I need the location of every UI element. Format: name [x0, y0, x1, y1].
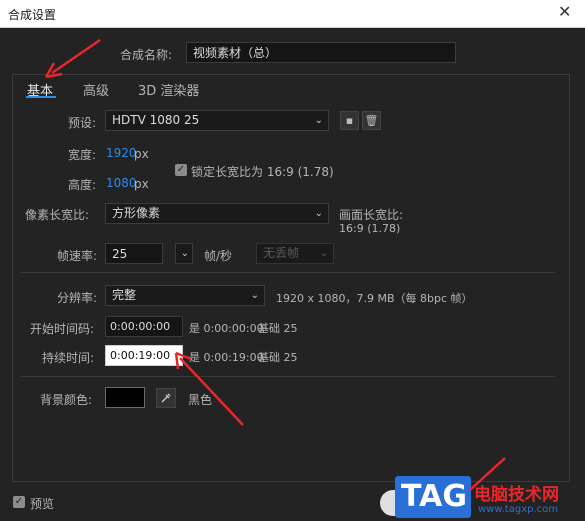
annotation-arrows [44, 38, 506, 491]
annotation-arrow [174, 351, 244, 426]
annotation-arrow [469, 457, 506, 491]
annotation-arrow [44, 38, 101, 79]
